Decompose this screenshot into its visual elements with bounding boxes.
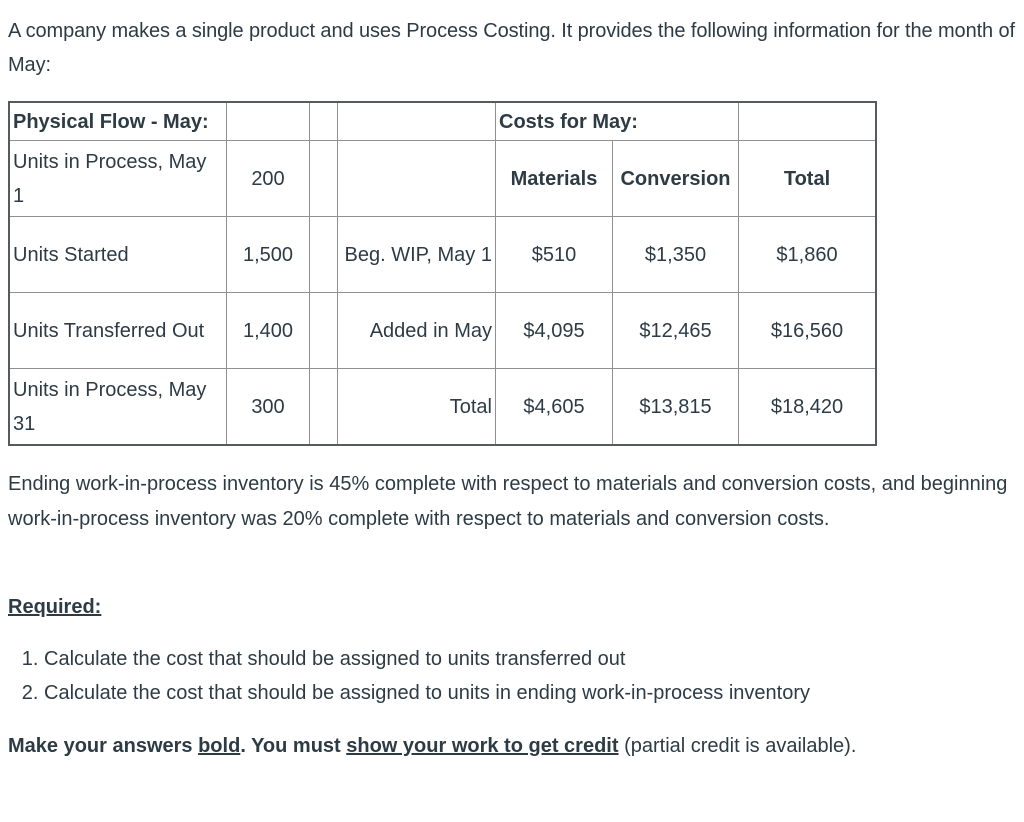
units-value: 1,400 [226,292,310,369]
row-label: Units Started [8,216,227,293]
units-value: 1,500 [226,216,310,293]
table-row: Units in Process, May 1 200 Materials Co… [8,140,877,217]
units-value: 200 [226,140,310,217]
materials-value: $4,605 [495,368,613,446]
closing-part-1: Make your answers [8,735,199,757]
spacer-cell [309,216,338,293]
table-header-row: Physical Flow - May: Costs for May: [8,101,877,141]
spacer-cell [309,368,338,446]
show-work-text: show your work to get credit [346,735,619,757]
closing-part-2: . You must [240,735,347,757]
units-value: 300 [226,368,310,446]
total-value: $16,560 [738,292,877,369]
empty-cell [226,101,310,141]
completion-text: Ending work-in-process inventory is 45% … [8,473,1008,530]
row-label: Units in Process, May 31 [8,368,227,446]
bold-word: bold [198,735,241,757]
conversion-value: $12,465 [612,292,739,369]
materials-value: $4,095 [495,292,613,369]
total-value: $18,420 [738,368,877,446]
total-value: $1,860 [738,216,877,293]
materials-column-header: Materials [495,140,613,217]
physical-flow-header: Physical Flow - May: [8,101,227,141]
cost-label: Beg. WIP, May 1 [337,216,496,293]
closing-part-3: (partial credit is available). [618,735,857,757]
empty-cell [337,101,496,141]
empty-cell [738,101,877,141]
cost-label: Added in May [337,292,496,369]
spacer-cell [309,292,338,369]
row-label: Units in Process, May 1 [8,140,227,217]
conversion-column-header: Conversion [612,140,739,217]
conversion-value: $1,350 [612,216,739,293]
process-costing-table: Physical Flow - May: Costs for May: Unit… [8,101,877,446]
total-column-header: Total [738,140,877,217]
spacer-cell [309,140,338,217]
table-row: Units in Process, May 31 300 Total $4,60… [8,368,877,446]
materials-value: $510 [495,216,613,293]
cost-label: Total [337,368,496,446]
row-label: Units Transferred Out [8,292,227,369]
closing-instructions: Make your answers bold. You must show yo… [8,729,856,763]
required-heading: Required: [8,596,102,618]
intro-text: A company makes a single product and use… [8,20,1016,76]
table-row: Units Started 1,500 Beg. WIP, May 1 $510… [8,216,877,293]
spacer-cell [309,101,338,141]
task-list: Calculate the cost that should be assign… [20,642,810,710]
costs-for-may-header: Costs for May: [495,101,739,141]
task-item: Calculate the cost that should be assign… [44,642,810,676]
conversion-value: $13,815 [612,368,739,446]
table-row: Units Transferred Out 1,400 Added in May… [8,292,877,369]
task-item: Calculate the cost that should be assign… [44,676,810,710]
cost-label [337,140,496,217]
